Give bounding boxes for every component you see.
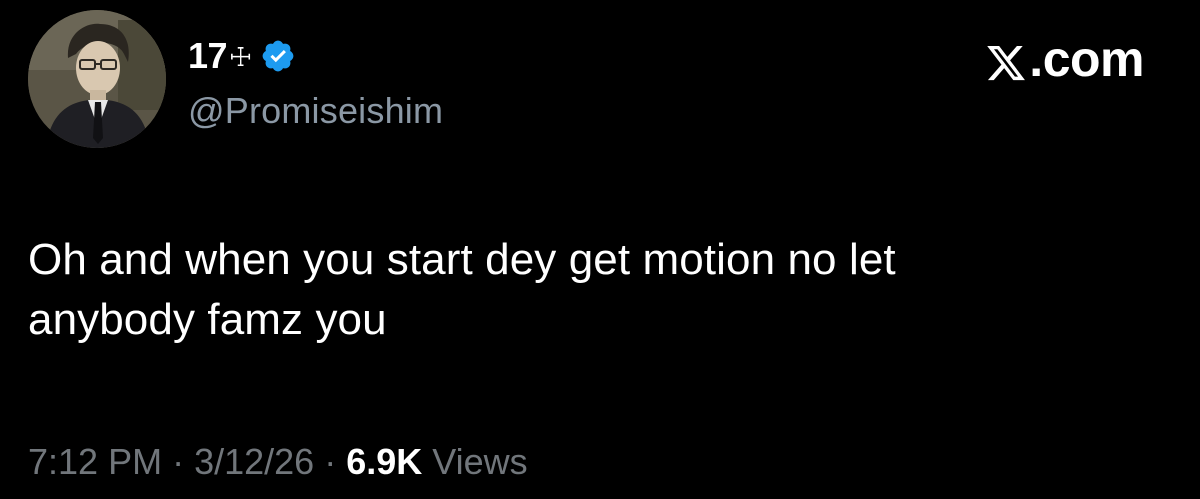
author-name-row[interactable]: 17 ☩ bbox=[188, 32, 296, 80]
tweet-text-line-2: anybody famz you bbox=[28, 295, 387, 344]
tweet-card: 17 ☩ @Promiseishim .com Oh and when you … bbox=[0, 0, 1200, 499]
brand-watermark: .com bbox=[985, 30, 1144, 88]
x-logo-icon bbox=[985, 38, 1027, 81]
avatar[interactable] bbox=[28, 10, 166, 148]
avatar-image bbox=[28, 10, 166, 148]
meta-separator: · bbox=[314, 441, 347, 482]
tweet-meta: 7:12 PM · 3/12/26 · 6.9K Views bbox=[28, 441, 528, 483]
tweet-date[interactable]: 3/12/26 bbox=[194, 441, 314, 482]
tweet-text-line-1: Oh and when you start dey get motion no … bbox=[28, 235, 896, 284]
author-handle[interactable]: @Promiseishim bbox=[188, 90, 443, 132]
verified-badge-icon bbox=[260, 38, 296, 74]
display-name[interactable]: 17 bbox=[188, 35, 228, 77]
views-label[interactable]: Views bbox=[432, 441, 527, 482]
meta-separator: · bbox=[162, 441, 195, 482]
tweet-time[interactable]: 7:12 PM bbox=[28, 441, 162, 482]
brand-label: .com bbox=[1029, 31, 1144, 87]
cross-emoji-icon: ☩ bbox=[229, 43, 253, 73]
views-count[interactable]: 6.9K bbox=[346, 441, 422, 482]
tweet-text: Oh and when you start dey get motion no … bbox=[28, 230, 1158, 350]
